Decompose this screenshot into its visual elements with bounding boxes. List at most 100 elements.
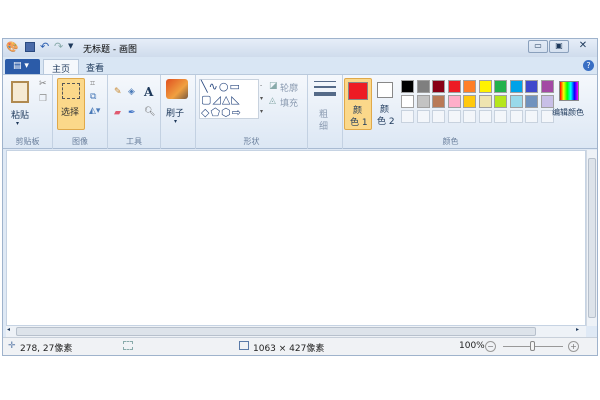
quick-access-dropdown-icon[interactable]: ▼ — [68, 42, 73, 50]
size-group[interactable]: 粗 细 — [308, 75, 343, 149]
palette-color-swatch[interactable] — [494, 80, 507, 93]
custom-color-slot[interactable] — [525, 110, 538, 123]
palette-color-swatch[interactable] — [525, 80, 538, 93]
color2-label-2: 色 2 — [377, 117, 395, 127]
scroll-left-button[interactable]: ◂ — [7, 326, 10, 333]
palette-color-swatch[interactable] — [432, 80, 445, 93]
palette-color-swatch[interactable] — [401, 80, 414, 93]
size-icon — [314, 92, 336, 96]
palette-color-swatch[interactable] — [509, 80, 523, 93]
tools-group: ✎ ◈ A ▰ ✒ 🔍︎ 工具 — [108, 75, 161, 149]
image-group-label: 图像 — [72, 137, 88, 146]
cut-icon[interactable]: ✂ — [39, 79, 47, 89]
color2-swatch — [377, 82, 393, 98]
horizontal-scrollbar[interactable]: ◂ ▸ — [6, 326, 586, 337]
color1-swatch — [348, 82, 368, 100]
minimize-button[interactable]: ▭ — [528, 40, 548, 53]
palette-color-swatch[interactable] — [478, 95, 492, 108]
shapes-gallery[interactable]: ╲∿○▭ ▢◿△◺ ◇⬠⬡⇨ — [199, 79, 259, 119]
vertical-scrollbar[interactable] — [586, 150, 597, 326]
vertical-scroll-thumb[interactable] — [588, 158, 596, 318]
color1-button[interactable]: 颜 色 1 — [344, 78, 372, 130]
status-bar: ✛ 278, 27像素 1063 × 427像素 100% − + — [3, 337, 597, 355]
shapes-group-label: 形状 — [243, 137, 260, 146]
palette-color-swatch[interactable] — [416, 80, 430, 93]
paint-window: 🎨 ↶ ↷ ▼ 无标题 - 画图 ▭ ▣ ✕ ▤ ▾ 主页 查看 ? 粘贴 ▾ … — [2, 38, 598, 356]
image-group: 选择 ⌗ ⧉ ◭▾ 图像 — [53, 75, 108, 149]
ribbon-tabs: ▤ ▾ 主页 查看 ? — [3, 57, 597, 75]
palette-color-swatch[interactable] — [463, 95, 476, 108]
save-icon[interactable] — [25, 42, 35, 52]
custom-color-slot[interactable] — [463, 110, 476, 123]
palette-color-swatch[interactable] — [447, 95, 461, 108]
paste-button[interactable]: 粘贴 — [11, 108, 29, 121]
undo-icon[interactable]: ↶ — [40, 40, 49, 53]
rotate-icon[interactable]: ◭▾ — [89, 106, 100, 116]
magnifier-icon[interactable]: 🔍︎ — [144, 107, 155, 117]
crop-icon[interactable]: ⌗ — [90, 79, 95, 89]
paste-icon[interactable] — [11, 81, 29, 103]
tab-view[interactable]: 查看 — [78, 59, 112, 74]
brush-icon[interactable] — [166, 79, 188, 99]
edit-colors-button[interactable]: 编辑颜色 — [552, 107, 584, 118]
fill-bucket-icon[interactable]: ◈ — [128, 87, 135, 97]
drawing-canvas[interactable] — [6, 150, 586, 326]
color-palette — [401, 80, 556, 126]
tab-home[interactable]: 主页 — [43, 59, 80, 75]
edit-colors-icon[interactable] — [559, 81, 579, 101]
fill-button[interactable]: 填充 — [280, 96, 298, 109]
palette-color-swatch[interactable] — [401, 95, 414, 108]
outline-button[interactable]: 轮廓 — [280, 81, 298, 94]
palette-color-swatch[interactable] — [447, 80, 461, 93]
help-icon[interactable]: ? — [583, 60, 594, 71]
zoom-out-button[interactable]: − — [485, 341, 496, 352]
select-button[interactable]: 选择 — [57, 78, 85, 130]
palette-color-swatch[interactable] — [540, 80, 554, 93]
custom-color-slot[interactable] — [401, 110, 414, 123]
colors-group-label: 颜色 — [442, 137, 459, 146]
palette-color-swatch[interactable] — [525, 95, 538, 108]
cursor-position-icon: ✛ — [8, 341, 16, 351]
copy-icon[interactable]: ❐ — [39, 94, 47, 104]
color-picker-icon[interactable]: ✒ — [128, 108, 136, 118]
custom-color-slot[interactable] — [416, 110, 430, 123]
shapes-scroll[interactable]: - ▾ ▾ — [260, 79, 263, 118]
custom-color-slot[interactable] — [432, 110, 445, 123]
zoom-slider-thumb[interactable] — [530, 341, 535, 351]
select-icon — [62, 83, 80, 99]
resize-icon[interactable]: ⧉ — [90, 92, 96, 102]
clipboard-group: 粘贴 ▾ ✂ ❐ 剪贴板 — [3, 75, 53, 149]
custom-color-slot[interactable] — [509, 110, 523, 123]
close-button[interactable]: ✕ — [570, 40, 596, 53]
custom-color-slot[interactable] — [478, 110, 492, 123]
palette-color-swatch[interactable] — [494, 95, 507, 108]
zoom-in-button[interactable]: + — [568, 341, 579, 352]
redo-icon[interactable]: ↷ — [54, 40, 63, 53]
tools-group-label: 工具 — [126, 137, 142, 146]
custom-color-slot[interactable] — [447, 110, 461, 123]
fill-icon[interactable]: ◬ — [269, 96, 276, 106]
paint-app-icon: 🎨 — [6, 42, 19, 53]
horizontal-scroll-thumb[interactable] — [16, 327, 536, 336]
text-tool-icon[interactable]: A — [144, 85, 153, 99]
pencil-icon[interactable]: ✎ — [114, 87, 122, 97]
select-label: 选择 — [61, 108, 80, 118]
window-title: 无标题 - 画图 — [83, 45, 137, 55]
palette-color-swatch[interactable] — [432, 95, 445, 108]
brushes-group: 刷子 ▾ — [161, 75, 196, 149]
shapes-group: ╲∿○▭ ▢◿△◺ ◇⬠⬡⇨ - ▾ ▾ ◪ 轮廓 ◬ 填充 形状 — [196, 75, 308, 149]
eraser-icon[interactable]: ▰ — [114, 108, 121, 118]
custom-color-slot[interactable] — [494, 110, 507, 123]
outline-icon[interactable]: ◪ — [269, 81, 278, 91]
canvas-size: 1063 × 427像素 — [253, 344, 325, 354]
zoom-level: 100% — [459, 341, 485, 351]
paint-menu-button[interactable]: ▤ ▾ — [5, 59, 40, 74]
palette-color-swatch[interactable] — [509, 95, 523, 108]
palette-color-swatch[interactable] — [478, 80, 492, 93]
palette-color-swatch[interactable] — [463, 80, 476, 93]
scroll-right-button[interactable]: ▸ — [576, 326, 579, 333]
palette-color-swatch[interactable] — [416, 95, 430, 108]
maximize-button[interactable]: ▣ — [549, 40, 569, 53]
color2-button[interactable]: 颜 色 2 — [374, 78, 398, 130]
size-label-2: 细 — [319, 122, 329, 132]
